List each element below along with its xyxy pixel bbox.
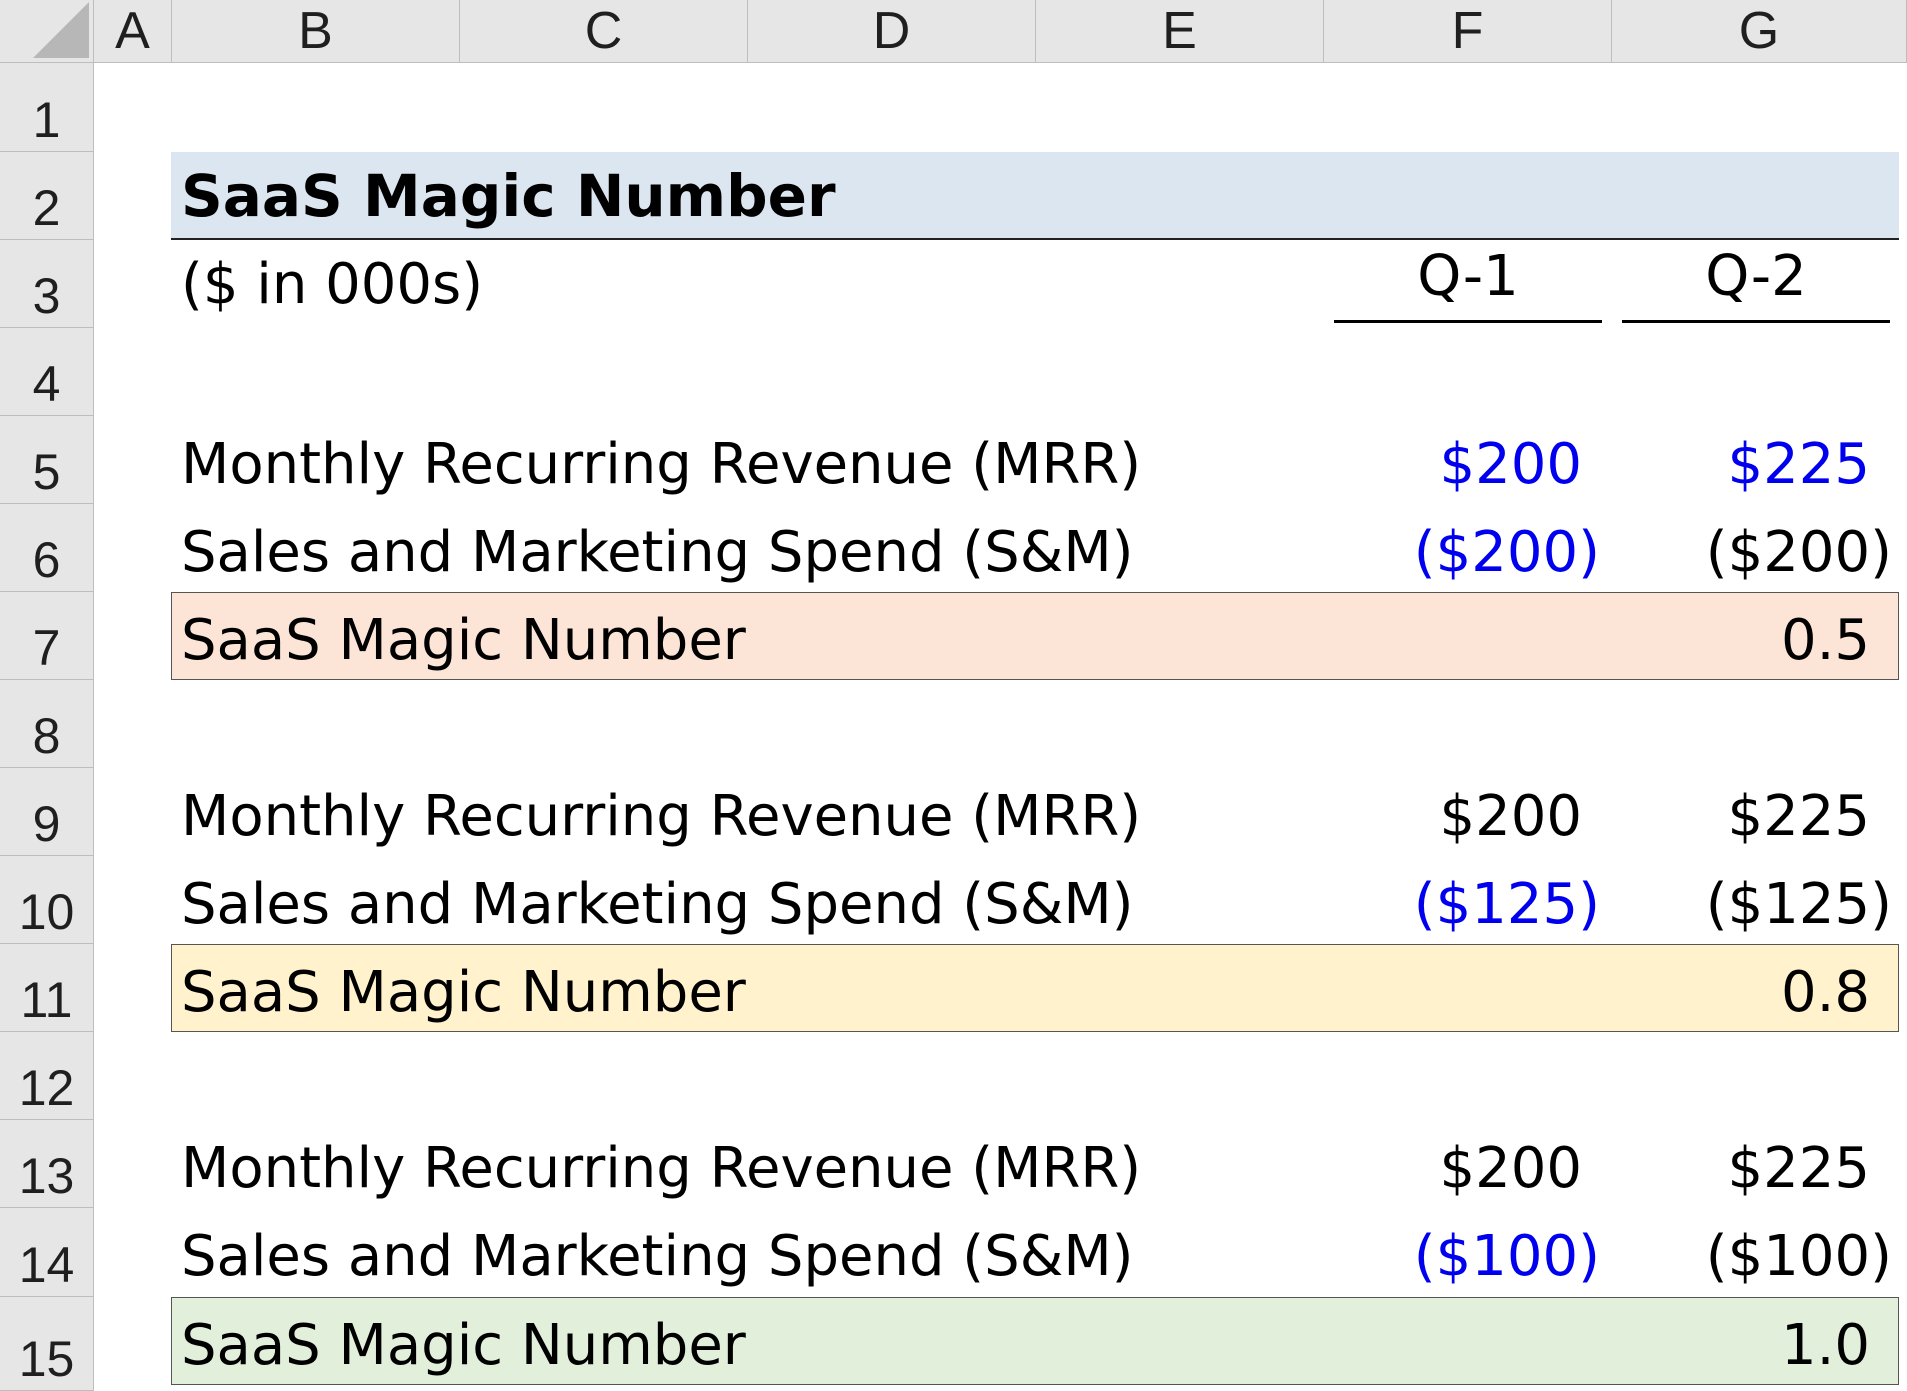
sm-q2-value[interactable]: ($100) bbox=[1622, 1212, 1892, 1300]
sm-label[interactable]: Sales and Marketing Spend (S&M) bbox=[181, 860, 1134, 948]
row-header-5[interactable]: 5 bbox=[0, 416, 94, 504]
sm-label[interactable]: Sales and Marketing Spend (S&M) bbox=[181, 1212, 1134, 1300]
row-header-3[interactable]: 3 bbox=[0, 240, 94, 328]
column-header-e[interactable]: E bbox=[1036, 0, 1324, 63]
period-underline-q2 bbox=[1622, 320, 1890, 323]
column-header-g[interactable]: G bbox=[1612, 0, 1907, 63]
column-header-a[interactable]: A bbox=[94, 0, 172, 63]
sm-label[interactable]: Sales and Marketing Spend (S&M) bbox=[181, 508, 1134, 596]
row-header-9[interactable]: 9 bbox=[0, 768, 94, 856]
row-header-11[interactable]: 11 bbox=[0, 944, 94, 1032]
sm-q1-value[interactable]: ($125) bbox=[1335, 860, 1600, 948]
column-header-b[interactable]: B bbox=[172, 0, 460, 63]
column-header-d[interactable]: D bbox=[748, 0, 1036, 63]
sm-q1-value[interactable]: ($200) bbox=[1335, 508, 1600, 596]
period-underline-q1 bbox=[1334, 320, 1602, 323]
magic-number-label[interactable]: SaaS Magic Number bbox=[181, 596, 746, 684]
select-all-corner[interactable] bbox=[0, 0, 94, 63]
row-header-12[interactable]: 12 bbox=[0, 1032, 94, 1120]
mrr-label[interactable]: Monthly Recurring Revenue (MRR) bbox=[181, 1124, 1141, 1212]
row-header-14[interactable]: 14 bbox=[0, 1208, 94, 1297]
units-label[interactable]: ($ in 000s) bbox=[181, 240, 483, 328]
row-header-6[interactable]: 6 bbox=[0, 504, 94, 592]
magic-number-value[interactable]: 1.0 bbox=[1622, 1301, 1870, 1389]
select-all-triangle-icon bbox=[33, 2, 89, 58]
row-header-10[interactable]: 10 bbox=[0, 856, 94, 944]
period-header-q2[interactable]: Q-2 bbox=[1622, 232, 1890, 320]
magic-number-label[interactable]: SaaS Magic Number bbox=[181, 1301, 746, 1389]
row-header-1[interactable]: 1 bbox=[0, 63, 94, 152]
row-header-7[interactable]: 7 bbox=[0, 592, 94, 680]
mrr-q2-value[interactable]: $225 bbox=[1622, 420, 1870, 508]
row-header-15[interactable]: 15 bbox=[0, 1297, 94, 1391]
period-header-q1[interactable]: Q-1 bbox=[1335, 232, 1601, 320]
mrr-label[interactable]: Monthly Recurring Revenue (MRR) bbox=[181, 420, 1141, 508]
column-header-f[interactable]: F bbox=[1324, 0, 1612, 63]
mrr-q2-value[interactable]: $225 bbox=[1622, 772, 1870, 860]
column-header-c[interactable]: C bbox=[460, 0, 748, 63]
spreadsheet: A B C D E F G 1 2 3 4 5 6 7 8 9 10 11 12… bbox=[0, 0, 1907, 1391]
magic-number-value[interactable]: 0.5 bbox=[1622, 596, 1870, 684]
sheet-title[interactable]: SaaS Magic Number bbox=[181, 152, 836, 240]
row-header-2[interactable]: 2 bbox=[0, 152, 94, 240]
sm-q2-value[interactable]: ($125) bbox=[1622, 860, 1892, 948]
mrr-q2-value[interactable]: $225 bbox=[1622, 1124, 1870, 1212]
sm-q1-value[interactable]: ($100) bbox=[1335, 1212, 1600, 1300]
row-header-13[interactable]: 13 bbox=[0, 1120, 94, 1208]
mrr-q1-value[interactable]: $200 bbox=[1335, 420, 1582, 508]
sm-q2-value[interactable]: ($200) bbox=[1622, 508, 1892, 596]
mrr-label[interactable]: Monthly Recurring Revenue (MRR) bbox=[181, 772, 1141, 860]
mrr-q1-value[interactable]: $200 bbox=[1335, 772, 1582, 860]
mrr-q1-value[interactable]: $200 bbox=[1335, 1124, 1582, 1212]
row-header-8[interactable]: 8 bbox=[0, 680, 94, 768]
magic-number-value[interactable]: 0.8 bbox=[1622, 948, 1870, 1036]
magic-number-label[interactable]: SaaS Magic Number bbox=[181, 948, 746, 1036]
row-header-4[interactable]: 4 bbox=[0, 328, 94, 416]
